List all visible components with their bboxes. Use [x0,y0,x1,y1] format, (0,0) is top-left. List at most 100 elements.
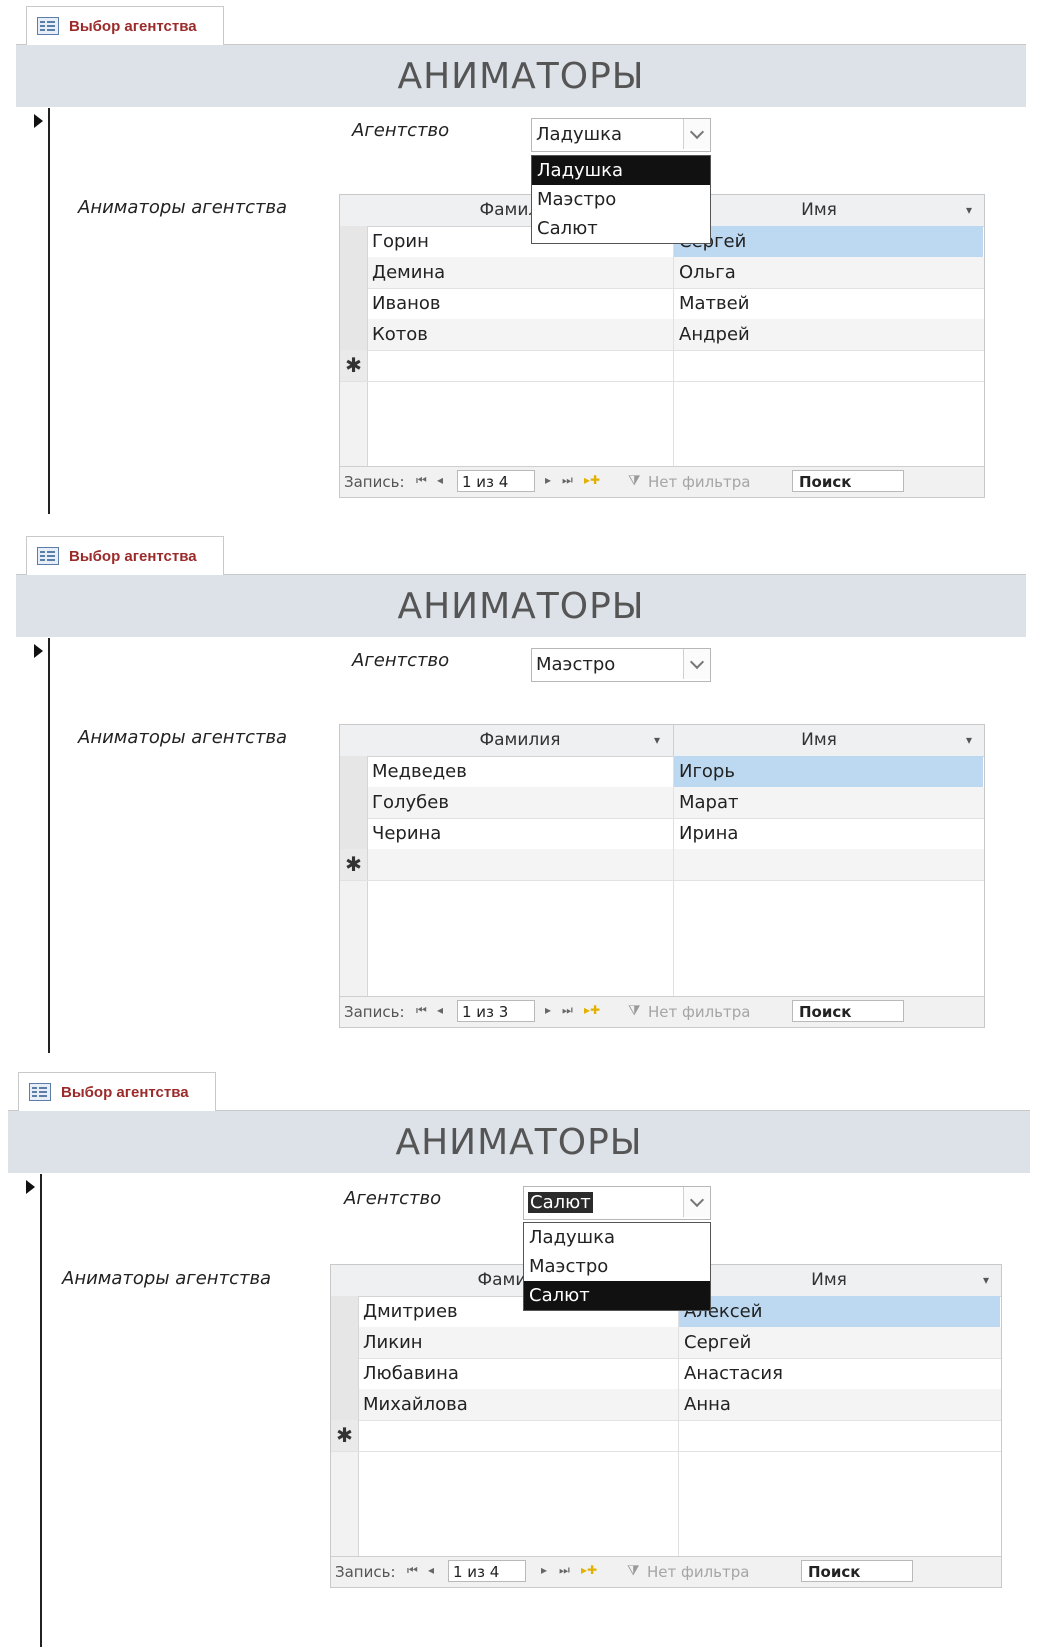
row-selector[interactable] [340,226,368,257]
new-record-icon[interactable]: ▸✚ [581,1563,597,1577]
combobox-dropdown-button[interactable] [683,119,710,149]
column-header-lastname[interactable]: Фамилия [367,725,673,756]
combobox-dropdown-button[interactable] [683,649,710,679]
row-selector[interactable] [340,319,368,350]
cell-firstname[interactable]: Сергей [679,1327,1000,1358]
last-record-icon[interactable]: ⏭ [562,473,573,488]
table-row[interactable]: Иванов Матвей [340,288,984,320]
previous-record-icon[interactable]: ◂ [437,473,443,487]
new-record-row[interactable]: ✱ [331,1420,1001,1452]
agency-combobox[interactable]: Салют [523,1186,711,1220]
cell-firstname[interactable]: Сергей [674,226,983,257]
last-record-icon[interactable]: ⏭ [562,1003,573,1018]
agency-combobox[interactable]: Маэстро [531,648,711,682]
agency-combobox-value[interactable]: Маэстро [536,654,615,675]
cell-lastname[interactable]: Демина [367,257,673,288]
first-record-icon[interactable]: ⏮ [416,473,427,488]
table-row[interactable]: Котов Андрей [340,319,984,351]
new-record-row[interactable]: ✱ [340,849,984,881]
cell-firstname[interactable]: Анна [679,1389,1000,1420]
cell-lastname[interactable]: Михайлова [358,1389,678,1420]
cell-firstname[interactable]: Анастасия [679,1358,1000,1389]
dropdown-option[interactable]: Маэстро [532,185,710,214]
search-input[interactable]: Поиск [801,1560,913,1582]
cell-firstname[interactable]: Ирина [674,818,983,849]
filter-status[interactable]: Нет фильтра [648,1003,750,1021]
table-row[interactable]: Голубев Марат [340,787,984,819]
new-record-row[interactable]: ✱ [340,350,984,382]
table-row[interactable]: Михайлова Анна [331,1389,1001,1421]
dropdown-option[interactable]: Ладушка [524,1223,710,1252]
table-row[interactable]: Черина Ирина [340,818,984,850]
cell-lastname[interactable]: Голубев [367,787,673,818]
dropdown-option[interactable]: Ладушка [532,156,710,185]
column-header-firstname[interactable]: Имя [674,195,964,226]
current-record-field[interactable]: 1 из 3 [457,1000,535,1022]
sort-arrow-icon[interactable]: ▾ [983,1265,989,1296]
previous-record-icon[interactable]: ◂ [428,1563,434,1577]
cell-lastname[interactable]: Ликин [358,1327,678,1358]
sort-arrow-icon[interactable]: ▾ [654,725,660,756]
current-record-field[interactable]: 1 из 4 [457,470,535,492]
form-tab[interactable]: Выбор агентства [18,1072,216,1111]
cell-firstname[interactable]: Андрей [674,319,983,350]
table-row[interactable]: Медведев Игорь [340,756,984,788]
row-selector[interactable] [340,257,368,288]
row-selector[interactable] [331,1358,359,1389]
last-record-icon[interactable]: ⏭ [559,1563,570,1578]
first-record-icon[interactable]: ⏮ [407,1563,418,1578]
first-record-icon[interactable]: ⏮ [416,1003,427,1018]
form-tab[interactable]: Выбор агентства [26,536,224,575]
record-selector[interactable] [26,638,50,1053]
sort-arrow-icon[interactable]: ▾ [966,195,972,226]
cell-firstname[interactable]: Ольга [674,257,983,288]
agency-combobox[interactable]: Ладушка [531,118,711,152]
dropdown-option[interactable]: Салют [532,214,710,243]
cell-lastname[interactable]: Черина [367,818,673,849]
row-selector[interactable] [331,1296,359,1327]
cell-lastname[interactable]: Котов [367,319,673,350]
table-row[interactable]: Ликин Сергей [331,1327,1001,1359]
table-row[interactable]: Демина Ольга [340,257,984,289]
next-record-icon[interactable]: ▸ [545,1003,551,1017]
table-row[interactable]: Любавина Анастасия [331,1358,1001,1390]
form-icon [37,17,59,35]
next-record-icon[interactable]: ▸ [545,473,551,487]
search-input[interactable]: Поиск [792,1000,904,1022]
row-selector[interactable] [340,288,368,319]
row-selector[interactable] [340,756,368,787]
row-selector[interactable] [340,818,368,849]
next-record-icon[interactable]: ▸ [541,1563,547,1577]
cell-lastname[interactable]: Медведев [367,756,673,787]
record-selector[interactable] [18,1174,42,1647]
cell-firstname[interactable]: Игорь [674,756,983,787]
column-header-firstname[interactable]: Имя [679,1265,979,1296]
current-record-field[interactable]: 1 из 4 [448,1560,526,1582]
row-selector[interactable] [331,1327,359,1358]
new-record-icon[interactable]: ▸✚ [584,1003,600,1017]
cell-firstname[interactable]: Алексей [679,1296,1000,1327]
previous-record-icon[interactable]: ◂ [437,1003,443,1017]
agency-combobox-value[interactable]: Салют [528,1192,593,1213]
filter-icon[interactable]: ⧩ [627,1563,640,1579]
cell-firstname[interactable]: Матвей [674,288,983,319]
sort-arrow-icon[interactable]: ▾ [966,725,972,756]
filter-status[interactable]: Нет фильтра [648,473,750,491]
filter-status[interactable]: Нет фильтра [647,1563,749,1581]
agency-combobox-value[interactable]: Ладушка [536,124,622,145]
filter-icon[interactable]: ⧩ [628,1003,641,1019]
dropdown-option[interactable]: Маэстро [524,1252,710,1281]
new-record-icon[interactable]: ▸✚ [584,473,600,487]
filter-icon[interactable]: ⧩ [628,473,641,489]
search-input[interactable]: Поиск [792,470,904,492]
column-header-firstname[interactable]: Имя [674,725,964,756]
combobox-dropdown-button[interactable] [683,1187,710,1217]
cell-lastname[interactable]: Иванов [367,288,673,319]
record-selector[interactable] [26,108,50,514]
cell-lastname[interactable]: Любавина [358,1358,678,1389]
form-tab[interactable]: Выбор агентства [26,6,224,45]
row-selector[interactable] [340,787,368,818]
cell-firstname[interactable]: Марат [674,787,983,818]
row-selector[interactable] [331,1389,359,1420]
dropdown-option[interactable]: Салют [524,1281,710,1310]
